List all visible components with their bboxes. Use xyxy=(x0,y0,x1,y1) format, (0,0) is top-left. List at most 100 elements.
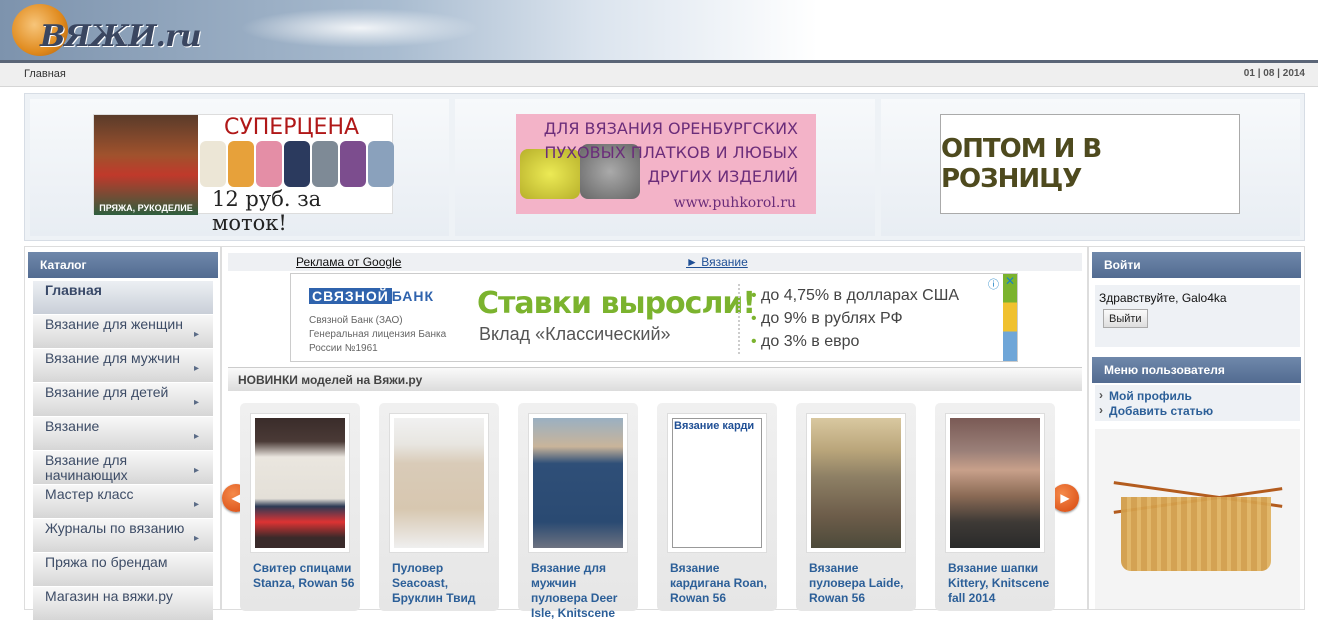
right-sidebar: Войти Здравствуйте, Galo4ka Выйти Меню п… xyxy=(1088,246,1305,610)
ad-topic-link[interactable]: ► Вязание xyxy=(686,255,748,269)
catalog-item-home[interactable]: Главная xyxy=(33,281,213,315)
banner-text: ДЛЯ ВЯЗАНИЯ ОРЕНБУРГСКИХ ПУХОВЫХ ПЛАТКОВ… xyxy=(543,119,798,186)
banner-url: www.puhkorol.ru xyxy=(673,195,796,211)
product-card[interactable]: Вязание для мужчин пуловера Deer Isle, K… xyxy=(518,403,638,620)
banner-puhkorol[interactable]: ДЛЯ ВЯЗАНИЯ ОРЕНБУРГСКИХ ПУХОВЫХ ПЛАТКОВ… xyxy=(516,114,816,214)
catalog-item-men[interactable]: Вязание для мужчин ▸ xyxy=(33,349,213,383)
banner-price: 12 руб. за моток! xyxy=(212,187,322,235)
folk-art-image: ПРЯЖА, РУКОДЕЛИЕ xyxy=(94,115,198,215)
ad-divider xyxy=(738,284,740,354)
login-box: Здравствуйте, Galo4ka Выйти xyxy=(1095,285,1300,347)
user-menu-add-article-link[interactable]: Добавить статью xyxy=(1099,403,1300,419)
ad-bullet-text: до 3% в евро xyxy=(761,333,860,350)
catalog-item-label: Вязание для мужчин xyxy=(45,350,180,366)
catalog-item-label: Мастер класс xyxy=(45,486,134,502)
chevron-right-icon: ▸ xyxy=(193,465,199,476)
new-models-carousel: Свитер спицами Stanza, Rowan 56 Пуловер … xyxy=(240,403,1080,620)
date-display: 01 | 08 | 2014 xyxy=(1243,68,1305,79)
product-card[interactable]: Пуловер Seacoast, Бруклин Твид xyxy=(379,403,499,611)
catalog-item-children[interactable]: Вязание для детей ▸ xyxy=(33,383,213,417)
product-image[interactable] xyxy=(950,418,1040,548)
catalog-item-label: Журналы по вязанию xyxy=(45,520,185,536)
product-caption[interactable]: Пуловер Seacoast, Бруклин Твид xyxy=(392,561,496,606)
chevron-right-icon: ▸ xyxy=(193,431,199,442)
catalog-item-yarn-brands[interactable]: Пряжа по брендам xyxy=(33,553,213,587)
catalog-item-shop[interactable]: Магазин на вяжи.ру xyxy=(33,587,213,621)
catalog-item-knitting[interactable]: Вязание ▸ xyxy=(33,417,213,451)
ad-bullet: • до 3% в евро xyxy=(751,333,860,350)
catalog-item-masterclass[interactable]: Мастер класс ▸ xyxy=(33,485,213,519)
catalog-item-women[interactable]: Вязание для женщин ▸ xyxy=(33,315,213,349)
main-content: Реклама от Google ► Вязание СВЯЗНОЙ БАНК … xyxy=(221,246,1088,620)
banner-cell-3: ОПТОМ И В РОЗНИЦУ xyxy=(881,99,1300,236)
product-image-frame: Вязание карди xyxy=(667,413,767,553)
product-image[interactable] xyxy=(394,418,484,548)
ad-bullet-text: до 9% в рублях РФ xyxy=(761,310,903,327)
product-image[interactable] xyxy=(811,418,901,548)
google-ads-label[interactable]: Реклама от Google xyxy=(296,255,401,269)
product-caption[interactable]: Вязание для мужчин пуловера Deer Isle, K… xyxy=(531,561,635,621)
logo-text: ВЯЖИ xyxy=(40,19,157,54)
site-logo[interactable]: ВЯЖИ.ru xyxy=(40,10,202,55)
catalog-item-label: Вязание для детей xyxy=(45,384,169,400)
ad-bullet-text: до 4,75% в долларах США xyxy=(761,287,960,304)
google-ad-banner[interactable]: СВЯЗНОЙ БАНК Связной Банк (ЗАО) Генеральн… xyxy=(290,273,1018,362)
catalog-menu: Главная Вязание для женщин ▸ Вязание для … xyxy=(33,281,213,621)
chevron-right-icon: ▸ xyxy=(193,533,199,544)
banner-headline: СУПЕРЦЕНА xyxy=(224,115,360,140)
left-sidebar: Каталог Главная Вязание для женщин ▸ Вяза… xyxy=(24,246,221,621)
product-card[interactable]: Вязание шапки Kittery, Knitscene fall 20… xyxy=(935,403,1055,611)
banner-cell-2: ДЛЯ ВЯЗАНИЯ ОРЕНБУРГСКИХ ПУХОВЫХ ПЛАТКОВ… xyxy=(455,99,875,236)
chevron-right-icon: ▸ xyxy=(193,499,199,510)
product-image-frame xyxy=(389,413,489,553)
new-models-header: НОВИНКИ моделей на Вяжи.ру xyxy=(228,367,1082,391)
product-image-frame xyxy=(528,413,628,553)
greeting-text: Здравствуйте, Galo4ka xyxy=(1099,291,1227,305)
banner-wholesale[interactable]: ОПТОМ И В РОЗНИЦУ xyxy=(940,114,1240,214)
user-menu: Мой профиль Добавить статью xyxy=(1095,385,1300,421)
user-menu-header: Меню пользователя xyxy=(1092,357,1301,383)
user-menu-profile-link[interactable]: Мой профиль xyxy=(1099,388,1300,404)
ad-bullet: • до 4,75% в долларах США xyxy=(751,287,960,304)
product-caption[interactable]: Свитер спицами Stanza, Rowan 56 xyxy=(253,561,357,591)
new-models-title: НОВИНКИ моделей на Вяжи.ру xyxy=(238,373,423,387)
product-caption[interactable]: Вязание кардигана Roan, Rowan 56 xyxy=(670,561,774,606)
product-card[interactable]: Вязание карди Вязание кардигана Roan, Ro… xyxy=(657,403,777,611)
ad-close-icon[interactable]: ✕ xyxy=(1005,274,1015,288)
product-caption[interactable]: Вязание пуловера Laide, Rowan 56 xyxy=(809,561,913,606)
logo-suffix: .ru xyxy=(155,19,202,54)
ad-subline: Вклад «Классический» xyxy=(479,324,671,344)
product-image[interactable] xyxy=(533,418,623,548)
catalog-header: Каталог xyxy=(28,252,218,278)
product-image-alt[interactable]: Вязание карди xyxy=(672,418,762,548)
ad-headline: Ставки выросли! xyxy=(477,286,756,321)
product-card[interactable]: Вязание пуловера Laide, Rowan 56 xyxy=(796,403,916,611)
chevron-right-icon: ▸ xyxy=(193,397,199,408)
header-clouds xyxy=(240,8,480,48)
logout-button[interactable]: Выйти xyxy=(1103,309,1148,328)
ad-bar: Реклама от Google ► Вязание xyxy=(228,253,1082,271)
catalog-item-label: Магазин на вяжи.ру xyxy=(45,588,173,604)
catalog-item-label: Главная xyxy=(45,282,102,298)
bank-logo: СВЯЗНОЙ БАНК xyxy=(309,288,434,304)
banner-kudel[interactable]: ПРЯЖА, РУКОДЕЛИЕ СУПЕРЦЕНА 12 руб. за мо… xyxy=(93,114,394,235)
knitting-decoration xyxy=(1095,429,1300,609)
catalog-item-label: Вязание xyxy=(45,418,100,434)
product-image-frame xyxy=(806,413,906,553)
ad-info-icon[interactable]: ⓘ xyxy=(988,276,999,292)
knitted-fabric-image xyxy=(1121,497,1271,571)
product-caption[interactable]: Вязание шапки Kittery, Knitscene fall 20… xyxy=(948,561,1052,606)
breadcrumb[interactable]: Главная xyxy=(24,68,66,80)
bank-logo-text: СВЯЗНОЙ xyxy=(309,288,392,304)
product-card[interactable]: Свитер спицами Stanza, Rowan 56 xyxy=(240,403,360,611)
ad-bullet: • до 9% в рублях РФ xyxy=(751,310,903,327)
catalog-item-beginners[interactable]: Вязание для начинающих ▸ xyxy=(33,451,213,485)
product-image[interactable] xyxy=(255,418,345,548)
banner-cell-1: ПРЯЖА, РУКОДЕЛИЕ СУПЕРЦЕНА 12 руб. за мо… xyxy=(30,99,449,236)
banner-row: ПРЯЖА, РУКОДЕЛИЕ СУПЕРЦЕНА 12 руб. за мо… xyxy=(24,93,1305,241)
site-header: ВЯЖИ.ru xyxy=(0,0,1318,60)
catalog-item-label: Вязание для женщин xyxy=(45,316,183,332)
chevron-right-icon: ▸ xyxy=(193,363,199,374)
catalog-item-label: Пряжа по брендам xyxy=(45,554,168,570)
catalog-item-magazines[interactable]: Журналы по вязанию ▸ xyxy=(33,519,213,553)
